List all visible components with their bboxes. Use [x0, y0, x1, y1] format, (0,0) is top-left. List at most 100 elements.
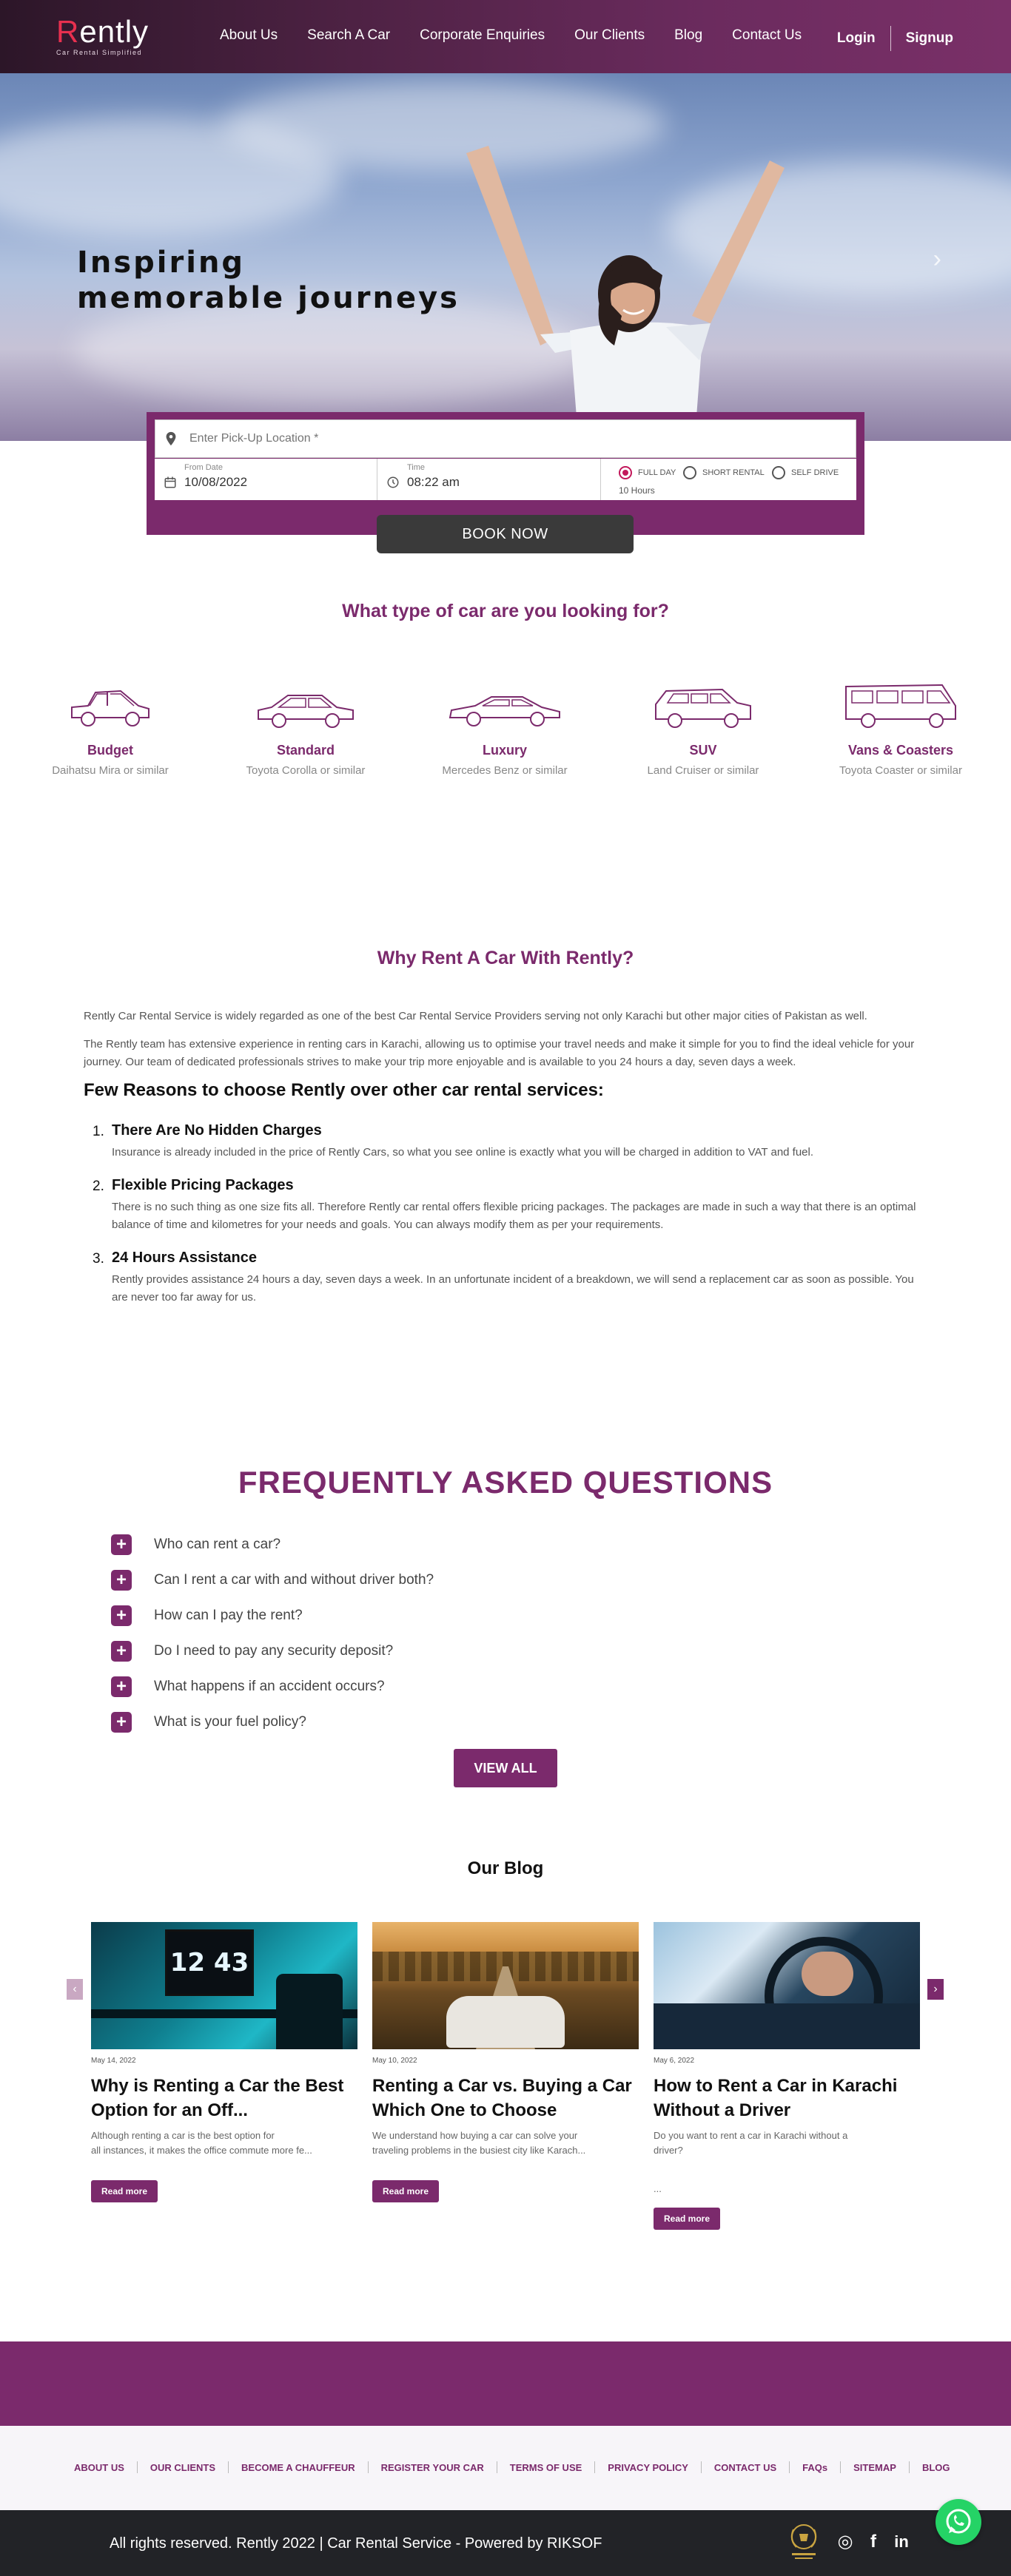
monitor-shape: 12 43	[165, 1929, 254, 1996]
read-more-button[interactable]: Read more	[91, 2180, 158, 2202]
blog-heading: Our Blog	[467, 1858, 544, 1878]
footer-bottom-bar: All rights reserved. Rently 2022 | Car R…	[0, 2510, 1011, 2576]
time-value: 08:22 am	[407, 475, 460, 489]
footer-link-blog[interactable]: BLOG	[922, 2462, 950, 2473]
blog-image-driver[interactable]	[654, 1922, 920, 2049]
faq-item[interactable]: + How can I pay the rent?	[111, 1598, 434, 1633]
footer-divider	[840, 2461, 842, 2473]
short-rental-radio[interactable]: SHORT RENTAL	[683, 466, 765, 479]
car-type-vans[interactable]: Vans & Coasters Toyota Coaster or simila…	[819, 681, 982, 777]
blog-date: May 14, 2022	[91, 2057, 136, 2065]
reason-title: Flexible Pricing Packages	[112, 1177, 294, 1193]
auth-divider	[890, 26, 891, 51]
faq-question: Do I need to pay any security deposit?	[154, 1643, 394, 1659]
reason-title: There Are No Hidden Charges	[112, 1122, 322, 1139]
faq-question: What happens if an accident occurs?	[154, 1679, 385, 1694]
blog-title[interactable]: How to Rent a Car in Karachi Without a D…	[654, 2074, 920, 2122]
pickup-location-input[interactable]	[189, 426, 841, 451]
footer-link-our-clients[interactable]: OUR CLIENTS	[150, 2462, 215, 2473]
rental-type-options: FULL DAY SHORT RENTAL SELF DRIVE 10 Hour…	[601, 459, 856, 500]
book-now-button[interactable]: BOOK NOW	[377, 515, 634, 553]
footer-divider	[228, 2461, 229, 2473]
faq-item[interactable]: + Can I rent a car with and without drive…	[111, 1562, 434, 1598]
footer-link-become-a-chauffeur[interactable]: BECOME A CHAUFFEUR	[241, 2462, 355, 2473]
faq-question: How can I pay the rent?	[154, 1608, 303, 1623]
blog-title[interactable]: Why is Renting a Car the Best Option for…	[91, 2074, 357, 2122]
blog-image-car-road[interactable]	[372, 1922, 639, 2049]
blog-title[interactable]: Renting a Car vs. Buying a Car Which One…	[372, 2074, 639, 2122]
car-types-heading: What type of car are you looking for?	[342, 601, 669, 621]
hours-selector[interactable]: 10 Hours	[619, 485, 655, 496]
nav-contact-us[interactable]: Contact Us	[732, 27, 802, 44]
reason-item: 3. 24 Hours Assistance Rently provides a…	[84, 1249, 927, 1306]
linkedin-icon[interactable]: in	[892, 2532, 911, 2552]
footer-band	[0, 2341, 1011, 2426]
site-header: Rently Car Rental Simplified About Us Se…	[0, 0, 1011, 73]
facebook-icon[interactable]: f	[864, 2532, 883, 2552]
read-more-button[interactable]: Read more	[654, 2208, 721, 2230]
instagram-icon[interactable]: ◎	[836, 2532, 855, 2552]
footer-link-terms-of-use[interactable]: TERMS OF USE	[510, 2462, 582, 2473]
radio-icon	[683, 466, 696, 479]
car-type-budget[interactable]: Budget Daihatsu Mira or similar	[29, 681, 192, 777]
car-type-suv[interactable]: SUV Land Cruiser or similar	[622, 681, 785, 777]
footer-link-faqs[interactable]: FAQs	[802, 2462, 827, 2473]
booking-options-row: From Date 10/08/2022 Time 08:22 am FULL …	[155, 459, 856, 500]
faq-item[interactable]: + What happens if an accident occurs?	[111, 1669, 434, 1705]
footer-link-about-us[interactable]: ABOUT US	[74, 2462, 124, 2473]
time-field[interactable]: Time 08:22 am	[377, 459, 601, 500]
radio-selected-icon	[619, 466, 632, 479]
footer-link-sitemap[interactable]: SITEMAP	[853, 2462, 896, 2473]
blog-prev-button[interactable]: ‹	[67, 1979, 83, 2000]
hero-title: Inspiring memorable journeys	[77, 245, 460, 316]
footer-links: ABOUT US OUR CLIENTS BECOME A CHAUFFEUR …	[0, 2426, 1011, 2510]
view-all-faq-button[interactable]: VIEW ALL	[454, 1749, 557, 1787]
whatsapp-chat-button[interactable]	[936, 2499, 981, 2545]
signup-link[interactable]: Signup	[906, 30, 953, 47]
reason-number: 3.	[93, 1251, 104, 1267]
radio-icon	[772, 466, 785, 479]
reason-title: 24 Hours Assistance	[112, 1250, 258, 1266]
read-more-button[interactable]: Read more	[372, 2180, 440, 2202]
nav-search-a-car[interactable]: Search A Car	[307, 27, 390, 44]
faq-item[interactable]: + Who can rent a car?	[111, 1527, 434, 1562]
hero-woman-image	[466, 146, 785, 441]
chair-shape	[276, 1974, 343, 2049]
hero-banner: Inspiring memorable journeys ›	[0, 73, 1011, 441]
hero-next-arrow[interactable]: ›	[933, 245, 941, 274]
from-date-value: 10/08/2022	[184, 475, 248, 489]
faq-list: + Who can rent a car? + Can I rent a car w…	[111, 1527, 434, 1740]
car-type-example: Toyota Corolla or similar	[246, 764, 366, 777]
plus-icon: +	[111, 1712, 132, 1733]
car-type-name: SUV	[689, 743, 717, 758]
footer-link-contact-us[interactable]: CONTACT US	[714, 2462, 776, 2473]
map-pin-icon	[166, 431, 176, 446]
self-drive-radio[interactable]: SELF DRIVE	[772, 466, 839, 479]
footer-link-register-your-car[interactable]: REGISTER YOUR CAR	[381, 2462, 484, 2473]
nav-our-clients[interactable]: Our Clients	[574, 27, 645, 44]
car-type-standard[interactable]: Standard Toyota Corolla or similar	[224, 681, 387, 777]
site-logo[interactable]: Rently Car Rental Simplified	[56, 16, 149, 57]
faq-item[interactable]: + What is your fuel policy?	[111, 1705, 434, 1740]
blog-image-desk[interactable]: 12 43	[91, 1922, 357, 2049]
main-nav: About Us Search A Car Corporate Enquirie…	[220, 27, 831, 44]
reason-item: 2. Flexible Pricing Packages There is no…	[84, 1176, 927, 1234]
car-type-luxury[interactable]: Luxury Mercedes Benz or similar	[423, 681, 586, 777]
why-heading: Why Rent A Car With Rently?	[377, 948, 634, 968]
reason-description: Rently provides assistance 24 hours a da…	[112, 1273, 914, 1304]
nav-corporate-enquiries[interactable]: Corporate Enquiries	[420, 27, 545, 44]
suv-car-icon	[655, 688, 751, 728]
login-link[interactable]: Login	[837, 30, 876, 47]
nav-about-us[interactable]: About Us	[220, 27, 278, 44]
faq-item[interactable]: + Do I need to pay any security deposit?	[111, 1633, 434, 1669]
nav-blog[interactable]: Blog	[674, 27, 702, 44]
reason-description: There is no such thing as one size fits …	[112, 1201, 916, 1231]
monitor-clock: 12 43	[169, 1948, 249, 1977]
full-day-radio[interactable]: FULL DAY	[619, 466, 676, 479]
from-date-field[interactable]: From Date 10/08/2022	[155, 459, 377, 500]
footer-links-row: ABOUT US OUR CLIENTS BECOME A CHAUFFEUR …	[74, 2461, 950, 2473]
faq-question: Can I rent a car with and without driver…	[154, 1572, 434, 1588]
footer-link-privacy-policy[interactable]: PRIVACY POLICY	[608, 2462, 688, 2473]
luxury-car-icon	[449, 696, 560, 726]
blog-next-button[interactable]: ›	[927, 1979, 944, 2000]
